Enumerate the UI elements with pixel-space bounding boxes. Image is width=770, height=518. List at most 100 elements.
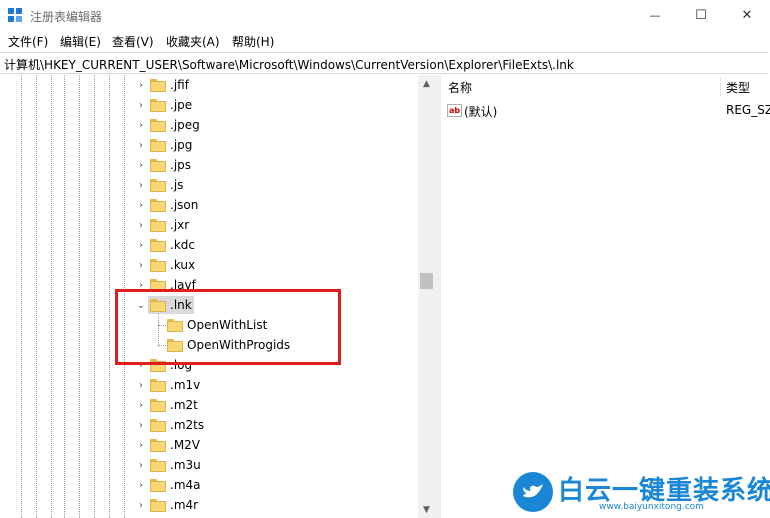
folder-icon	[150, 419, 166, 432]
column-header-name[interactable]: 名称	[448, 75, 718, 99]
folder-icon	[150, 179, 166, 192]
tree-item-label: .M2V	[170, 438, 201, 452]
folder-icon	[150, 159, 166, 172]
tree-item-label: .kdc	[170, 238, 195, 252]
folder-icon	[150, 259, 166, 272]
maximize-button[interactable]: ☐	[678, 0, 724, 31]
chevron-right-icon[interactable]: ›	[136, 475, 146, 495]
tree-item-label: .js	[170, 178, 184, 192]
chevron-right-icon[interactable]: ›	[136, 255, 146, 275]
folder-icon	[150, 99, 166, 112]
tree-item-label: .jpeg	[170, 118, 200, 132]
scroll-thumb[interactable]	[420, 273, 433, 289]
tree-item-label: .jps	[170, 158, 192, 172]
tree-item-label: .jxr	[170, 218, 190, 232]
maximize-icon: ☐	[695, 8, 707, 23]
scroll-up-icon[interactable]: ▲	[418, 75, 435, 92]
values-pane: 名称 类型 ab (默认) REG_SZ	[441, 75, 770, 518]
menu-file[interactable]: 文件(F)	[8, 33, 48, 50]
tree-item-m2v[interactable]: › .M2V	[0, 435, 418, 455]
chevron-right-icon[interactable]: ›	[136, 115, 146, 135]
tree-item-label: .jfif	[170, 78, 189, 92]
chevron-right-icon[interactable]: ›	[136, 375, 146, 395]
tree-item-json[interactable]: › .json	[0, 195, 418, 215]
tree-item-m4a[interactable]: › .m4a	[0, 475, 418, 495]
tree-item-label: .jpg	[170, 138, 193, 152]
tree-item-label: .m2ts	[170, 418, 205, 432]
folder-icon	[150, 199, 166, 212]
menu-help[interactable]: 帮助(H)	[232, 33, 274, 50]
value-name: (默认)	[464, 105, 498, 119]
chevron-right-icon[interactable]: ›	[136, 435, 146, 455]
tree-item-jpg[interactable]: › .jpg	[0, 135, 418, 155]
folder-icon	[150, 119, 166, 132]
column-header-name-label: 名称	[448, 80, 473, 95]
value-type: REG_SZ	[726, 103, 770, 117]
chevron-right-icon[interactable]: ›	[136, 215, 146, 235]
folder-icon	[150, 479, 166, 492]
tree-item-jxr[interactable]: › .jxr	[0, 215, 418, 235]
window-title: 注册表编辑器	[30, 10, 103, 24]
scroll-down-icon[interactable]: ▼	[418, 501, 435, 518]
title-bar: 注册表编辑器 — ☐ ✕	[0, 0, 770, 31]
menu-bar: 文件(F) 编辑(E) 查看(V) 收藏夹(A) 帮助(H)	[0, 31, 770, 51]
highlight-box	[115, 289, 341, 365]
chevron-right-icon[interactable]: ›	[136, 175, 146, 195]
column-divider[interactable]	[720, 77, 721, 97]
menu-favorites[interactable]: 收藏夹(A)	[166, 33, 220, 50]
tree-item-m1v[interactable]: › .m1v	[0, 375, 418, 395]
column-header-type[interactable]: 类型	[726, 75, 770, 99]
tree-item-label: .json	[170, 198, 199, 212]
folder-icon	[150, 439, 166, 452]
chevron-right-icon[interactable]: ›	[136, 415, 146, 435]
folder-icon	[150, 239, 166, 252]
chevron-right-icon[interactable]: ›	[136, 155, 146, 175]
string-value-icon: ab	[447, 104, 462, 117]
tree-item-label: .kux	[170, 258, 196, 272]
tree-item-m2t[interactable]: › .m2t	[0, 395, 418, 415]
column-header-type-label: 类型	[726, 80, 751, 95]
watermark-url: www.baiyunxitong.com	[599, 502, 704, 512]
bird-logo-icon	[513, 472, 553, 512]
chevron-right-icon[interactable]: ›	[136, 195, 146, 215]
tree-item-m3u[interactable]: › .m3u	[0, 455, 418, 475]
folder-icon	[150, 139, 166, 152]
tree-item-jfif[interactable]: › .jfif	[0, 75, 418, 95]
tree-item-label: .m2t	[170, 398, 198, 412]
folder-icon	[150, 499, 166, 512]
chevron-right-icon[interactable]: ›	[136, 135, 146, 155]
registry-app-icon	[8, 8, 22, 22]
watermark: 白云一键重装系统 www.baiyunxitong.com	[513, 470, 770, 514]
tree-item-m2ts[interactable]: › .m2ts	[0, 415, 418, 435]
tree-item-label: .m1v	[170, 378, 201, 392]
tree-item-jps[interactable]: › .jps	[0, 155, 418, 175]
tree-item-label: .m3u	[170, 458, 201, 472]
minimize-button[interactable]: —	[632, 0, 678, 31]
chevron-right-icon[interactable]: ›	[136, 75, 146, 95]
chevron-right-icon[interactable]: ›	[136, 495, 146, 515]
close-button[interactable]: ✕	[724, 0, 770, 31]
tree-item-kdc[interactable]: › .kdc	[0, 235, 418, 255]
chevron-right-icon[interactable]: ›	[136, 95, 146, 115]
address-path: 计算机\HKEY_CURRENT_USER\Software\Microsoft…	[4, 58, 574, 72]
tree-item-label: .jpe	[170, 98, 193, 112]
minimize-icon: —	[649, 9, 661, 22]
folder-icon	[150, 379, 166, 392]
address-bar[interactable]: 计算机\HKEY_CURRENT_USER\Software\Microsoft…	[0, 52, 768, 74]
tree-item-kux[interactable]: › .kux	[0, 255, 418, 275]
tree-item-label: .m4a	[170, 478, 201, 492]
folder-icon	[150, 79, 166, 92]
tree-item-jpe[interactable]: › .jpe	[0, 95, 418, 115]
chevron-right-icon[interactable]: ›	[136, 395, 146, 415]
tree-scrollbar[interactable]: ▲ ▼	[418, 75, 435, 518]
tree-item-js[interactable]: › .js	[0, 175, 418, 195]
menu-edit[interactable]: 编辑(E)	[60, 33, 101, 50]
chevron-right-icon[interactable]: ›	[136, 235, 146, 255]
bird-icon	[523, 484, 543, 498]
chevron-right-icon[interactable]: ›	[136, 455, 146, 475]
folder-icon	[150, 459, 166, 472]
tree-item-m4r[interactable]: › .m4r	[0, 495, 418, 515]
menu-view[interactable]: 查看(V)	[112, 33, 154, 50]
folder-icon	[150, 219, 166, 232]
tree-item-jpeg[interactable]: › .jpeg	[0, 115, 418, 135]
